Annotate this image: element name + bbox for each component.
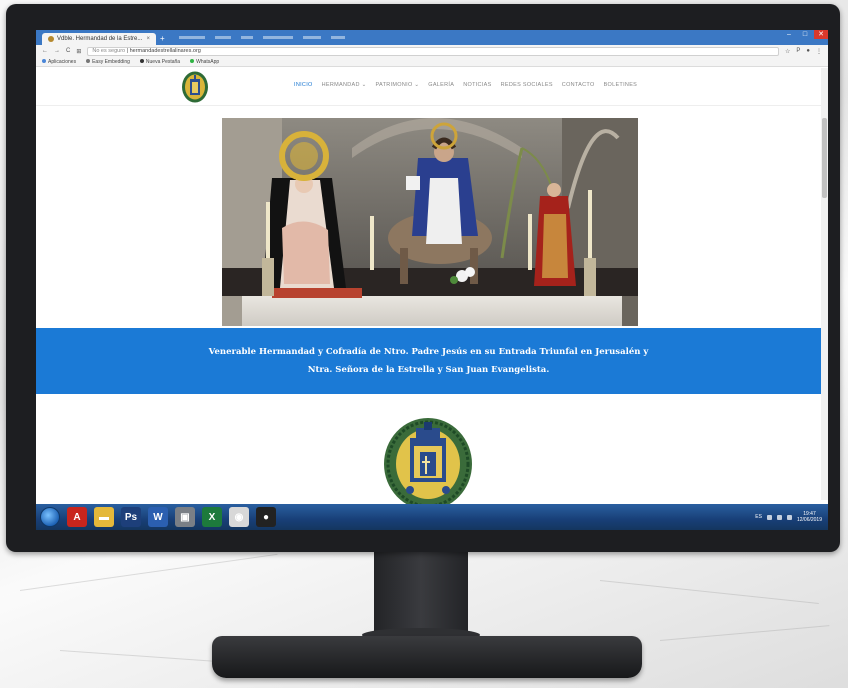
bookmark-item[interactable]: Easy Embedding (86, 59, 130, 65)
address-bar-input[interactable]: No es seguro | hermandadestrellalinares.… (87, 46, 779, 56)
hero-image (222, 118, 638, 326)
volume-icon[interactable] (786, 514, 792, 520)
monitor-bezel: Vdble. Hermandad de la Estre... × + – □ … (6, 4, 840, 552)
url-text: hermandadestrellalinares.org (129, 47, 201, 54)
windows-taskbar: A ▬ Ps W ▣ X ◉ ● ES 19:47 12/06/2019 (36, 504, 828, 530)
tray-language[interactable]: ES (755, 514, 762, 520)
forward-icon[interactable]: → (54, 48, 60, 54)
site-navigation: INICIO HERMANDAD ⌄ PATRIMONIO ⌄ GALERÍA NOTI… (294, 82, 637, 88)
scrollbar-thumb[interactable] (822, 118, 827, 198)
browser-menu-icon[interactable]: ⋮ (816, 48, 822, 55)
bookmark-favicon-icon (86, 59, 91, 64)
nav-item[interactable]: REDES SOCIALES (501, 82, 553, 88)
monitor-stand-base (212, 636, 642, 678)
site-favicon-icon (48, 36, 54, 42)
bookmark-label: WhatsApp (196, 58, 220, 65)
excel-icon[interactable]: X (202, 507, 222, 527)
nav-item[interactable]: NOTICIAS (463, 82, 491, 88)
monitor-screen: Vdble. Hermandad de la Estre... × + – □ … (36, 30, 828, 530)
bookmark-label: Easy Embedding (92, 58, 130, 65)
not-secure-label: No es seguro (92, 47, 126, 54)
brotherhood-title-banner: Venerable Hermandad y Cofradía de Ntro. … (36, 328, 821, 394)
acrobat-icon[interactable]: A (67, 507, 87, 527)
maximize-icon[interactable]: □ (798, 30, 812, 39)
banner-title-line-2: Ntra. Señora de la Estrella y San Juan E… (307, 365, 550, 375)
bookmarks-bar: Aplicaciones Easy Embedding Nueva Pestaña W… (36, 57, 828, 67)
tab-close-icon[interactable]: × (146, 36, 150, 42)
system-tray: ES 19:47 12/06/2019 (755, 511, 828, 523)
tabbar-blurred-text (178, 36, 345, 39)
tray-arrow-icon[interactable] (766, 514, 772, 520)
nav-item[interactable]: HERMANDAD ⌄ (322, 82, 367, 88)
tab-title: Vdble. Hermandad de la Estre... (57, 36, 143, 42)
bookmark-item[interactable]: WhatsApp (190, 59, 219, 65)
obs-icon[interactable]: ● (256, 507, 276, 527)
profile-icon[interactable]: ● (806, 48, 810, 54)
bookmark-favicon-icon (190, 59, 195, 64)
apps-grid-icon[interactable]: ⊞ (76, 48, 81, 55)
new-tab-button[interactable]: + (160, 33, 165, 45)
reload-icon[interactable]: C (66, 48, 70, 54)
start-button[interactable] (40, 507, 60, 527)
close-window-icon[interactable]: ✕ (814, 30, 828, 39)
bookmark-item[interactable]: Aplicaciones (42, 59, 76, 65)
nav-item[interactable]: INICIO (294, 82, 313, 88)
bookmark-label: Aplicaciones (48, 58, 77, 65)
bookmark-star-icon[interactable]: ☆ (785, 48, 790, 55)
browser-tab[interactable]: Vdble. Hermandad de la Estre... × (42, 33, 156, 45)
tray-date: 12/06/2019 (796, 517, 822, 523)
minimize-icon[interactable]: – (782, 30, 796, 39)
nav-item[interactable]: GALERÍA (428, 82, 454, 88)
window-controls: – □ ✕ (782, 30, 828, 39)
bookmark-item[interactable]: Nueva Pestaña (139, 58, 181, 65)
browser-toolbar: ← → C ⊞ No es seguro | hermandadestrella… (36, 45, 828, 57)
explorer-folder-icon[interactable]: ▬ (94, 507, 114, 527)
back-icon[interactable]: ← (42, 48, 48, 54)
bookmark-label: Nueva Pestaña (145, 58, 181, 65)
nav-item[interactable]: CONTACTO (562, 82, 595, 88)
word-icon[interactable]: W (148, 507, 168, 527)
bookmark-favicon-icon (139, 59, 144, 64)
brotherhood-logo-icon[interactable] (180, 70, 210, 104)
extension-icon[interactable]: P (796, 48, 800, 54)
photoshop-icon[interactable]: Ps (121, 507, 141, 527)
bookmark-favicon-icon (42, 59, 46, 64)
page-scrollbar[interactable] (821, 68, 828, 500)
monitor-stand-neck (374, 552, 468, 634)
nav-item[interactable]: PATRIMONIO ⌄ (376, 82, 420, 88)
browser-tab-bar: Vdble. Hermandad de la Estre... × + – □ … (36, 30, 828, 45)
chrome-icon[interactable]: ◉ (229, 507, 249, 527)
brotherhood-emblem-icon (384, 418, 472, 510)
network-icon[interactable] (776, 514, 782, 520)
media-icon[interactable]: ▣ (175, 507, 195, 527)
tray-clock[interactable]: 19:47 12/06/2019 (797, 511, 822, 523)
nav-item[interactable]: BOLETINES (604, 82, 638, 88)
banner-title-line-1: Venerable Hermandad y Cofradía de Ntro. … (208, 347, 649, 357)
site-header: INICIO HERMANDAD ⌄ PATRIMONIO ⌄ GALERÍA NOTI… (36, 68, 828, 106)
